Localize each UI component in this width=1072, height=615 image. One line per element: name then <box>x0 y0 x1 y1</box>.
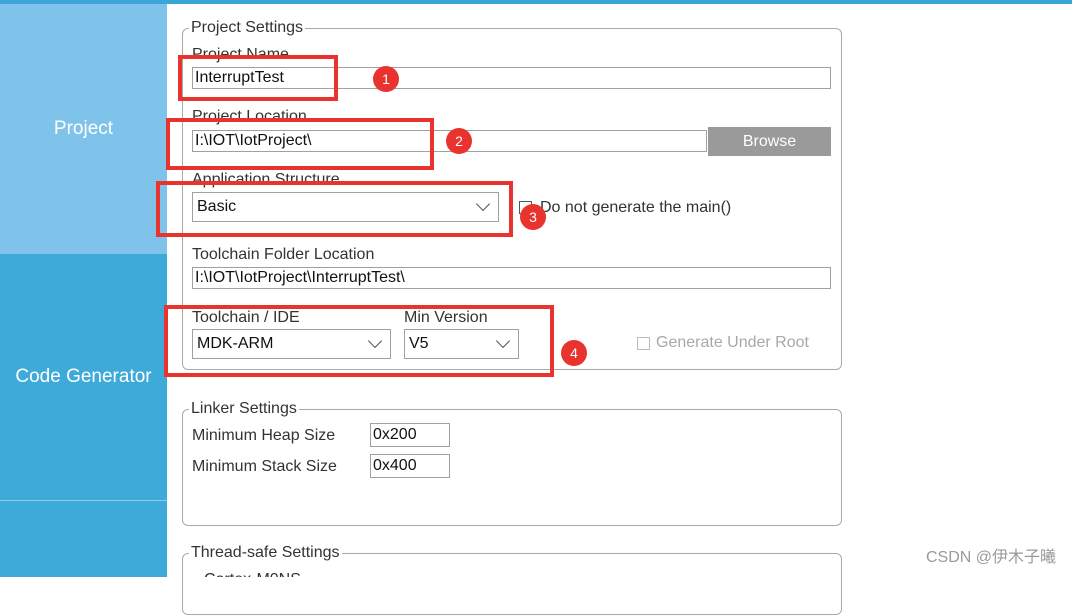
watermark: CSDN @伊木子曦 <box>925 549 1056 566</box>
annotation-badge-4: 4 <box>561 340 587 366</box>
project-name-label: Project Name <box>192 46 289 63</box>
toolchain-ide-select[interactable]: MDK-ARM <box>192 329 391 359</box>
project-name-input[interactable] <box>192 67 831 89</box>
toolchain-ide-value: MDK-ARM <box>197 335 274 352</box>
sidebar: Project Code Generator <box>0 4 167 577</box>
min-version-select[interactable]: V5 <box>404 329 519 359</box>
sidebar-item-label: Code Generator <box>15 366 152 387</box>
sidebar-item-label: Project <box>53 118 114 139</box>
browse-button[interactable]: Browse <box>708 127 831 156</box>
toolchain-ide-label: Toolchain / IDE <box>192 309 300 326</box>
chevron-down-icon <box>475 196 491 212</box>
thread-safe-settings-group: Thread-safe Settings <box>182 544 842 615</box>
generate-under-root-checkbox[interactable] <box>637 337 650 350</box>
project-location-label: Project Location <box>192 108 307 125</box>
application-structure-label: Application Structure <box>192 171 340 188</box>
min-version-label: Min Version <box>404 309 488 326</box>
no-main-label: Do not generate the main() <box>540 199 732 216</box>
stack-size-input[interactable] <box>370 454 450 478</box>
sidebar-item-code-generator[interactable]: Code Generator <box>0 254 167 501</box>
toolchain-folder-label: Toolchain Folder Location <box>192 246 375 263</box>
stack-size-label: Minimum Stack Size <box>192 458 337 475</box>
sidebar-item-advanced[interactable] <box>0 501 167 577</box>
toolchain-folder-input[interactable] <box>192 267 831 289</box>
application-structure-value: Basic <box>197 198 237 215</box>
annotation-badge-2: 2 <box>446 128 472 154</box>
chevron-down-icon <box>495 333 511 349</box>
heap-size-label: Minimum Heap Size <box>192 427 336 444</box>
chevron-down-icon <box>367 333 383 349</box>
browse-button-label: Browse <box>742 132 797 150</box>
application-structure-select[interactable]: Basic <box>192 192 499 222</box>
heap-size-input[interactable] <box>370 423 450 447</box>
thread-safe-settings-legend: Thread-safe Settings <box>189 544 342 562</box>
annotation-badge-1: 1 <box>373 66 399 92</box>
annotation-badge-3: 3 <box>520 204 546 230</box>
sidebar-item-project[interactable]: Project <box>0 4 167 254</box>
project-settings-legend: Project Settings <box>189 19 306 37</box>
min-version-value: V5 <box>409 335 429 352</box>
generate-under-root-label: Generate Under Root <box>656 334 809 351</box>
linker-settings-legend: Linker Settings <box>189 400 299 418</box>
